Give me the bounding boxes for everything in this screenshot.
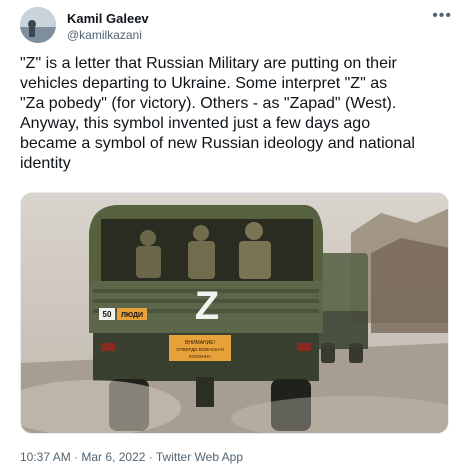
- rear-sign-line1: ВНИМАНИЕ!: [185, 340, 215, 346]
- display-name[interactable]: Kamil Galeev: [67, 11, 149, 27]
- z-marking: Z: [195, 284, 219, 328]
- tweet-source[interactable]: Twitter Web App: [156, 450, 243, 464]
- plate-number: 50: [103, 310, 112, 319]
- rear-sign-line2: ОТВЕРДИ ВОИНСКАЯ: [176, 347, 223, 352]
- more-horizontal-icon[interactable]: •••: [432, 7, 452, 25]
- tweet-meta: 10:37 AM · Mar 6, 2022 · Twitter Web App: [20, 450, 243, 464]
- tweet-time[interactable]: 10:37 AM: [20, 450, 71, 464]
- tweet-photo[interactable]: Z 50 ЛЮДИ ВНИМАНИЕ! ОТВЕРДИ ВОИНСКАЯ КОЛ…: [20, 192, 449, 434]
- meta-separator: ·: [70, 450, 82, 464]
- military-truck-photo: Z 50 ЛЮДИ ВНИМАНИЕ! ОТВЕРДИ ВОИНСКАЯ КОЛ…: [21, 193, 448, 433]
- rear-sign-line3: КОЛОННА: [189, 354, 211, 359]
- tweet-text: "Z" is a letter that Russian Military ar…: [20, 55, 415, 172]
- tweet-card: Kamil Galeev @kamilkazani ••• "Z" is a l…: [0, 0, 470, 475]
- avatar-image: [20, 7, 56, 43]
- people-sign: ЛЮДИ: [121, 312, 143, 319]
- tweet-date[interactable]: Mar 6, 2022: [81, 450, 145, 464]
- user-handle[interactable]: @kamilkazani: [67, 27, 149, 43]
- avatar[interactable]: [20, 7, 56, 43]
- meta-separator: ·: [145, 450, 156, 464]
- tweet-header: Kamil Galeev @kamilkazani •••: [20, 7, 456, 47]
- user-info[interactable]: Kamil Galeev @kamilkazani: [67, 11, 149, 43]
